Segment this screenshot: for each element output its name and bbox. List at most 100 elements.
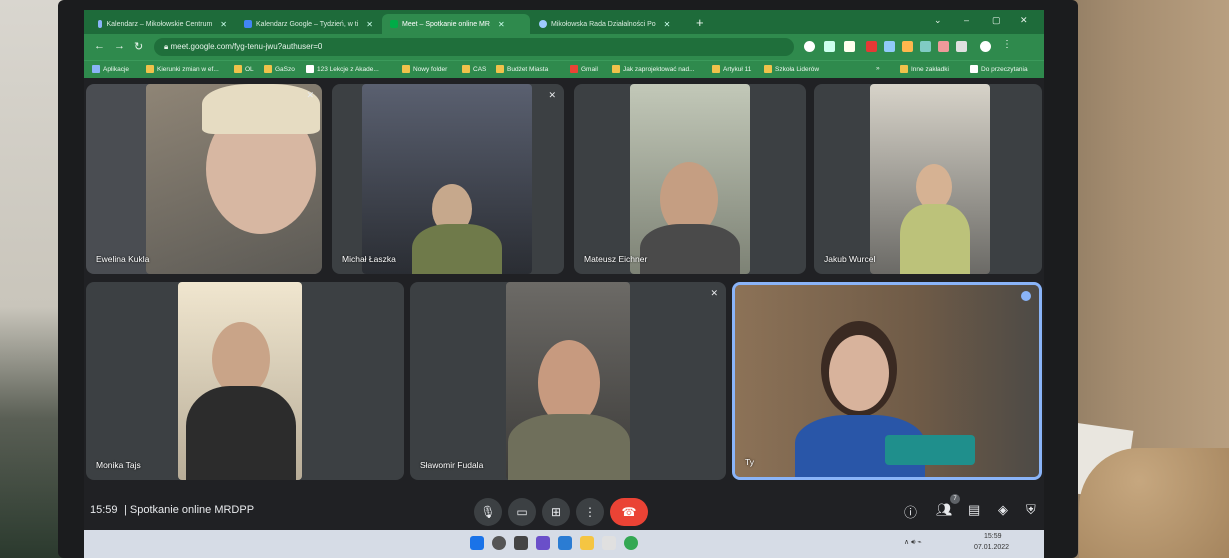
participant-name: Monika Tajs (96, 460, 141, 470)
bookmark-label: Kierunki zmian w ef... (157, 65, 219, 73)
more-options-button[interactable]: ⋮ (576, 498, 604, 526)
url-field[interactable]: 🔒︎ meet.google.com/fyg-tenu-jwu?authuser… (154, 38, 794, 56)
extension-red-icon[interactable] (866, 41, 877, 52)
avatar[interactable] (980, 41, 991, 52)
bookmark-label: Budżet Miasta (507, 65, 549, 73)
close-tab-icon[interactable]: ✕ (366, 20, 373, 29)
tab-label: Kalendarz – Mikołowskie Centrum (106, 20, 213, 28)
present-button[interactable]: ⊞ (542, 498, 570, 526)
camera-indicator-icon[interactable] (804, 41, 815, 52)
extension-orange-icon[interactable] (902, 41, 913, 52)
participant-tile[interactable]: Jakub Wurcel (814, 84, 1042, 274)
extension-teal-icon[interactable] (920, 41, 931, 52)
bookmark-item[interactable]: Kierunki zmian w ef... (146, 65, 219, 73)
start-icon[interactable] (470, 536, 484, 550)
bookmark-item[interactable]: GaSzo (264, 65, 295, 73)
menu-icon[interactable]: ⋮ (1002, 39, 1013, 50)
bookmark-label: Aplikacje (103, 65, 130, 73)
camera-button[interactable]: ▭ (508, 498, 536, 526)
store-icon[interactable] (602, 536, 616, 550)
close-window-button[interactable]: ✕ (1020, 15, 1028, 26)
bookmark-label: Artykuł 11 (723, 65, 752, 73)
star-icon[interactable] (844, 41, 855, 52)
bookmark-label: » (876, 65, 880, 72)
search-icon[interactable] (492, 536, 506, 550)
chat-app-icon[interactable] (558, 536, 572, 550)
chrome-icon[interactable] (624, 536, 638, 550)
maximize-button[interactable]: ▢ (992, 15, 1001, 26)
puzzle-icon[interactable] (956, 41, 967, 52)
participant-body (412, 224, 502, 274)
page-icon (306, 65, 314, 73)
tab-mrdpp[interactable]: Mikołowska Rada Działalności Po ✕ (531, 14, 691, 34)
tab-kalendarz-mco[interactable]: Kalendarz – Mikołowskie Centrum ✕ (90, 14, 235, 34)
extension-blue-icon[interactable] (884, 41, 895, 52)
screen: Kalendarz – Mikołowskie Centrum ✕ Kalend… (84, 10, 1044, 558)
back-icon[interactable]: ← (94, 40, 105, 52)
bookmark-label: Inne zakładki (911, 65, 949, 73)
meet-stage: ✕ Ewelina Kukla ✕ Michał Łaszka Mateusz … (84, 78, 1044, 558)
bookmarks-bar: Aplikacje Kierunki zmian w ef... OL GaSz… (84, 60, 1044, 78)
folder-icon (712, 65, 720, 73)
bookmark-item[interactable]: Jak zaprojektować nad... (612, 65, 695, 73)
tray-icons[interactable]: ∧ 🔊︎ ⌁ (904, 538, 922, 547)
address-bar-row: ← → ↻ 🔒︎ meet.google.com/fyg-tenu-jwu?au… (84, 34, 1044, 60)
close-tab-icon[interactable]: ✕ (498, 20, 505, 29)
bookmark-item[interactable]: Szkoła Liderów (764, 65, 819, 73)
bookmark-item[interactable]: Nowy folder (402, 65, 447, 73)
tab-bar: Kalendarz – Mikołowskie Centrum ✕ Kalend… (84, 10, 1044, 34)
bookmark-item[interactable]: Aplikacje (92, 65, 129, 73)
extension-pink-icon[interactable] (938, 41, 949, 52)
globe-icon (539, 20, 547, 28)
bookmark-item[interactable]: 123 Lekcje z Akade... (306, 65, 379, 73)
participant-count-badge: 7 (950, 494, 960, 504)
participant-tile[interactable]: Monika Tajs (86, 282, 404, 480)
file-explorer-icon[interactable] (580, 536, 594, 550)
more-bookmarks-button[interactable]: » (876, 65, 880, 72)
hang-up-icon: ☎ (621, 505, 637, 519)
participant-tile[interactable]: ✕ Ewelina Kukla (86, 84, 322, 274)
widgets-icon[interactable] (536, 536, 550, 550)
close-tab-icon[interactable]: ✕ (664, 20, 671, 29)
taskbar-date[interactable]: 07.01.2022 (974, 544, 1009, 551)
people-icon[interactable]: 👥︎ (936, 502, 953, 518)
bookmark-item[interactable]: Artykuł 11 (712, 65, 751, 73)
mic-off-icon: ✕ (548, 90, 556, 100)
chat-icon[interactable]: ▤ (968, 502, 980, 518)
meet-icon (390, 20, 398, 28)
google-calendar-icon (244, 20, 252, 28)
tab-google-calendar[interactable]: Kalendarz Google – Tydzień, w ti ✕ (236, 14, 381, 34)
gmail-icon (570, 65, 578, 73)
meeting-name: Spotkanie online MRDPP (129, 504, 255, 516)
bookmark-item[interactable]: Do przeczytania (970, 65, 1028, 73)
forward-icon[interactable]: → (114, 40, 125, 52)
participant-tile[interactable]: Mateusz Eichner (574, 84, 806, 274)
close-tab-icon[interactable]: ✕ (220, 20, 227, 29)
bookmark-item[interactable]: Gmail (570, 65, 598, 73)
tab-search-button[interactable]: ⌄ (934, 15, 942, 26)
participant-face (212, 322, 270, 396)
participant-body (186, 386, 296, 480)
task-view-icon[interactable] (514, 536, 528, 550)
share-icon[interactable] (824, 41, 835, 52)
new-tab-button[interactable]: + (696, 15, 704, 30)
end-call-button[interactable]: ☎ (610, 498, 648, 526)
bookmark-item[interactable]: CAS (462, 65, 486, 73)
tab-label: Kalendarz Google – Tydzień, w ti (256, 20, 359, 28)
bookmark-item[interactable]: OL (234, 65, 254, 73)
cork-board (1079, 448, 1229, 558)
participant-tile[interactable]: ✕ Michał Łaszka (332, 84, 564, 274)
host-controls-icon[interactable]: ⛨ (1026, 502, 1036, 518)
taskbar-time[interactable]: 15:59 (984, 533, 1002, 540)
bookmark-item[interactable]: Inne zakładki (900, 65, 949, 73)
minimize-button[interactable]: – (964, 15, 969, 25)
participant-tile[interactable]: ✕ Sławomir Fudala (410, 282, 726, 480)
self-view-tile[interactable]: Ty (732, 282, 1042, 480)
bookmark-item[interactable]: Budżet Miasta (496, 65, 548, 73)
meeting-details-icon[interactable]: ⓘ (904, 502, 917, 521)
reload-icon[interactable]: ↻ (134, 40, 143, 53)
participant-body (508, 414, 630, 480)
microphone-button[interactable]: 🎙︎ (474, 498, 502, 526)
activities-icon[interactable]: ◈ (998, 502, 1008, 518)
tab-meet[interactable]: Meet – Spotkanie online MR ✕ (382, 14, 530, 34)
